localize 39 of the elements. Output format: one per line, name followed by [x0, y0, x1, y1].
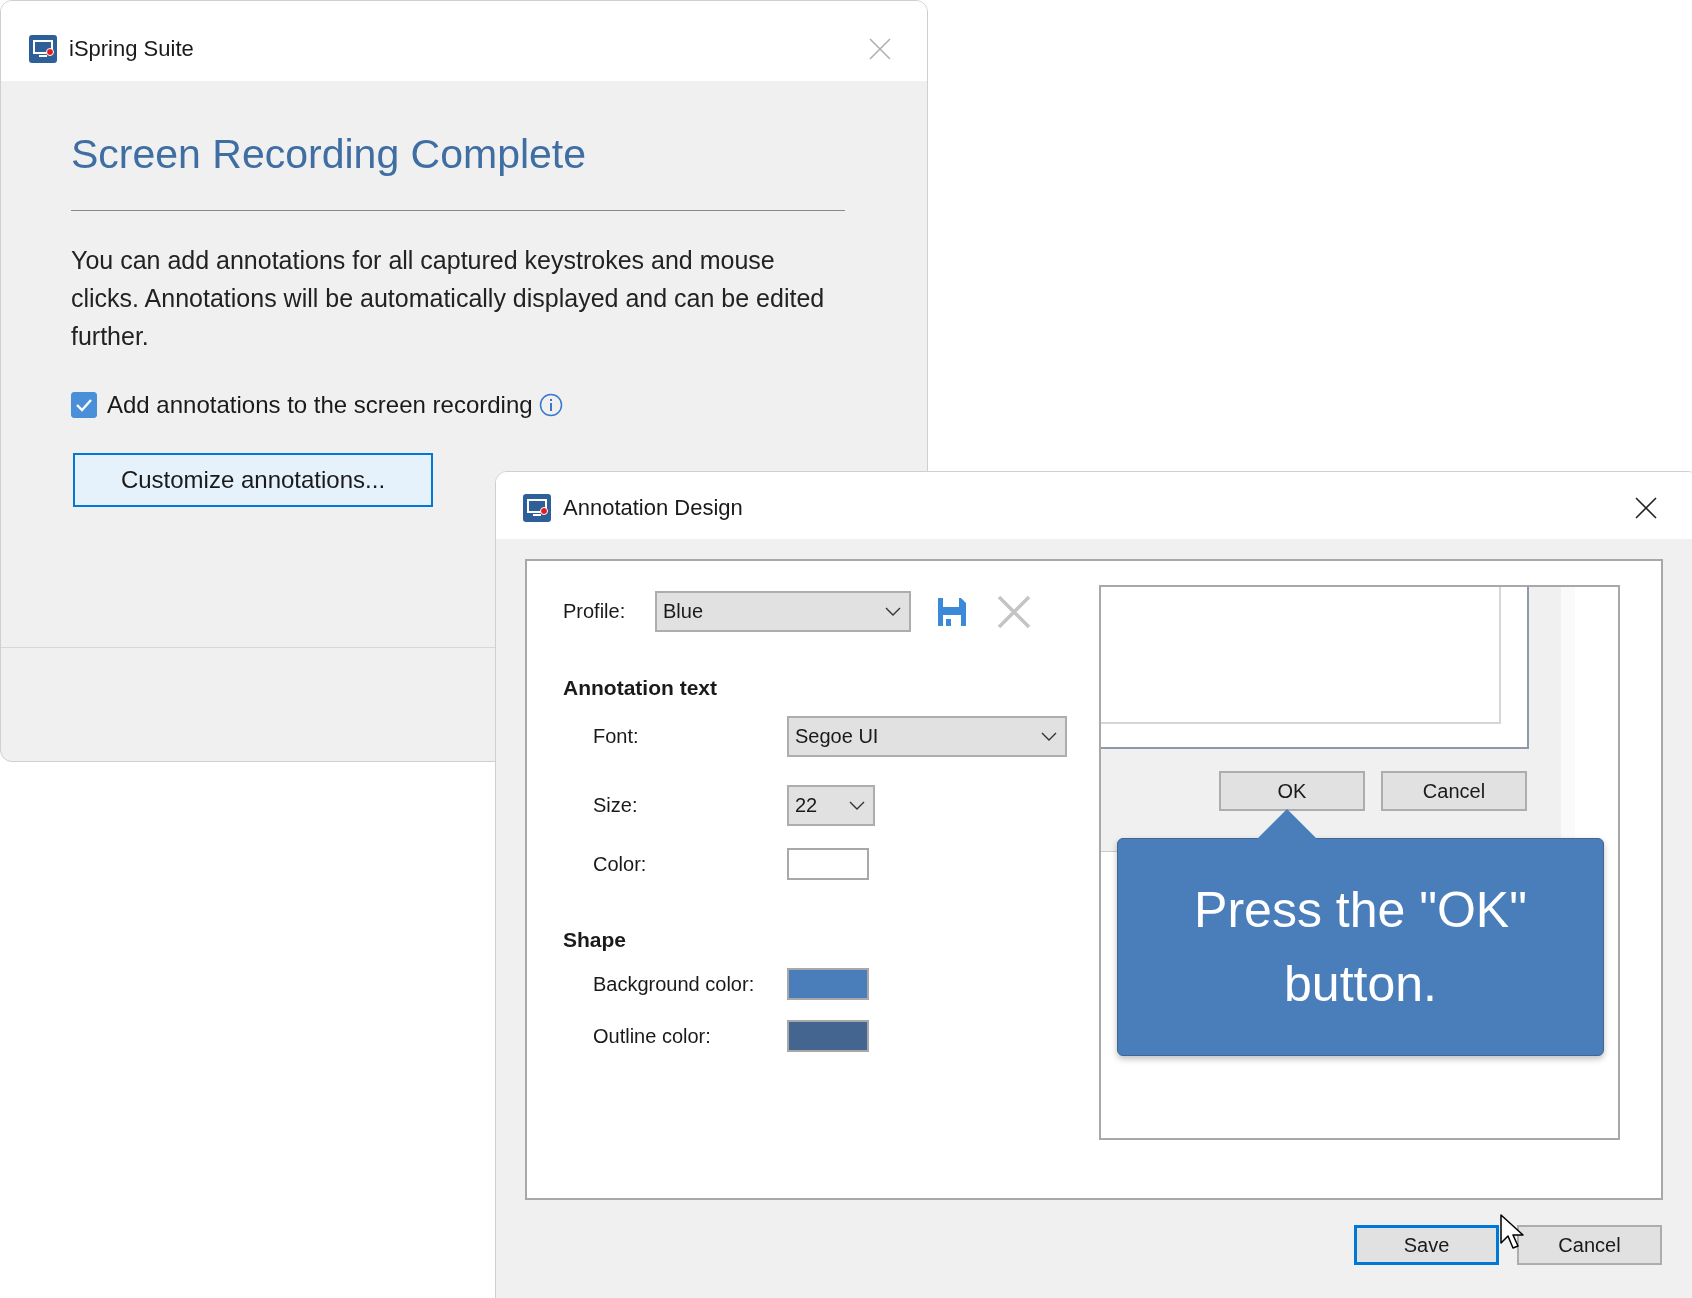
- close-icon: [869, 38, 891, 60]
- color-swatch[interactable]: [787, 848, 869, 880]
- field-label: Outline color:: [593, 1024, 712, 1048]
- section-heading: Annotation text: [563, 676, 718, 700]
- customize-button[interactable]: Customize annotations...: [73, 453, 433, 507]
- color-swatch[interactable]: [787, 1020, 869, 1052]
- window-title: iSpring Suite: [69, 36, 195, 62]
- profile-dropdown[interactable]: Blue: [655, 591, 911, 632]
- app-icon: [523, 493, 551, 522]
- dialog-heading: Screen Recording Complete: [71, 131, 588, 178]
- cancel-button[interactable]: Cancel: [1381, 771, 1527, 811]
- font-dropdown[interactable]: Segoe UI: [787, 716, 1067, 757]
- callout-pointer: [1257, 809, 1317, 839]
- save-icon[interactable]: [937, 596, 967, 627]
- cancel-button[interactable]: Cancel: [1517, 1225, 1662, 1265]
- delete-icon[interactable]: [997, 594, 1031, 629]
- description-text: You can add annotations for all captured keystrokes and mouse clicks. Annotations will be automatically displayed and can be edited further.: [71, 245, 826, 352]
- field-label: Color:: [593, 852, 648, 876]
- field-label: Font:: [593, 725, 640, 748]
- checkbox-label: Add annotations to the screen recording: [107, 391, 533, 419]
- field-label: Background color:: [593, 972, 756, 996]
- field-label: Size:: [593, 794, 639, 817]
- checkmark-icon: [75, 398, 93, 412]
- save-button[interactable]: Save: [1354, 1225, 1499, 1265]
- close-icon: [1635, 496, 1657, 519]
- chevron-icon: [1041, 731, 1057, 742]
- size-dropdown[interactable]: 22: [787, 785, 875, 826]
- cursor-icon: [1500, 1214, 1524, 1250]
- app-icon: [29, 35, 57, 63]
- ok-button[interactable]: OK: [1219, 771, 1365, 811]
- field-label: Profile:: [563, 600, 627, 623]
- window-title: Annotation Design: [563, 494, 744, 521]
- chevron-icon: [849, 800, 865, 811]
- checkbox[interactable]: [71, 392, 97, 418]
- info-icon: [538, 393, 563, 417]
- color-swatch[interactable]: [787, 968, 869, 1000]
- section-heading: Shape: [563, 928, 628, 952]
- callout: Press the "OK" button.: [1117, 838, 1604, 1056]
- chevron-icon: [885, 606, 901, 617]
